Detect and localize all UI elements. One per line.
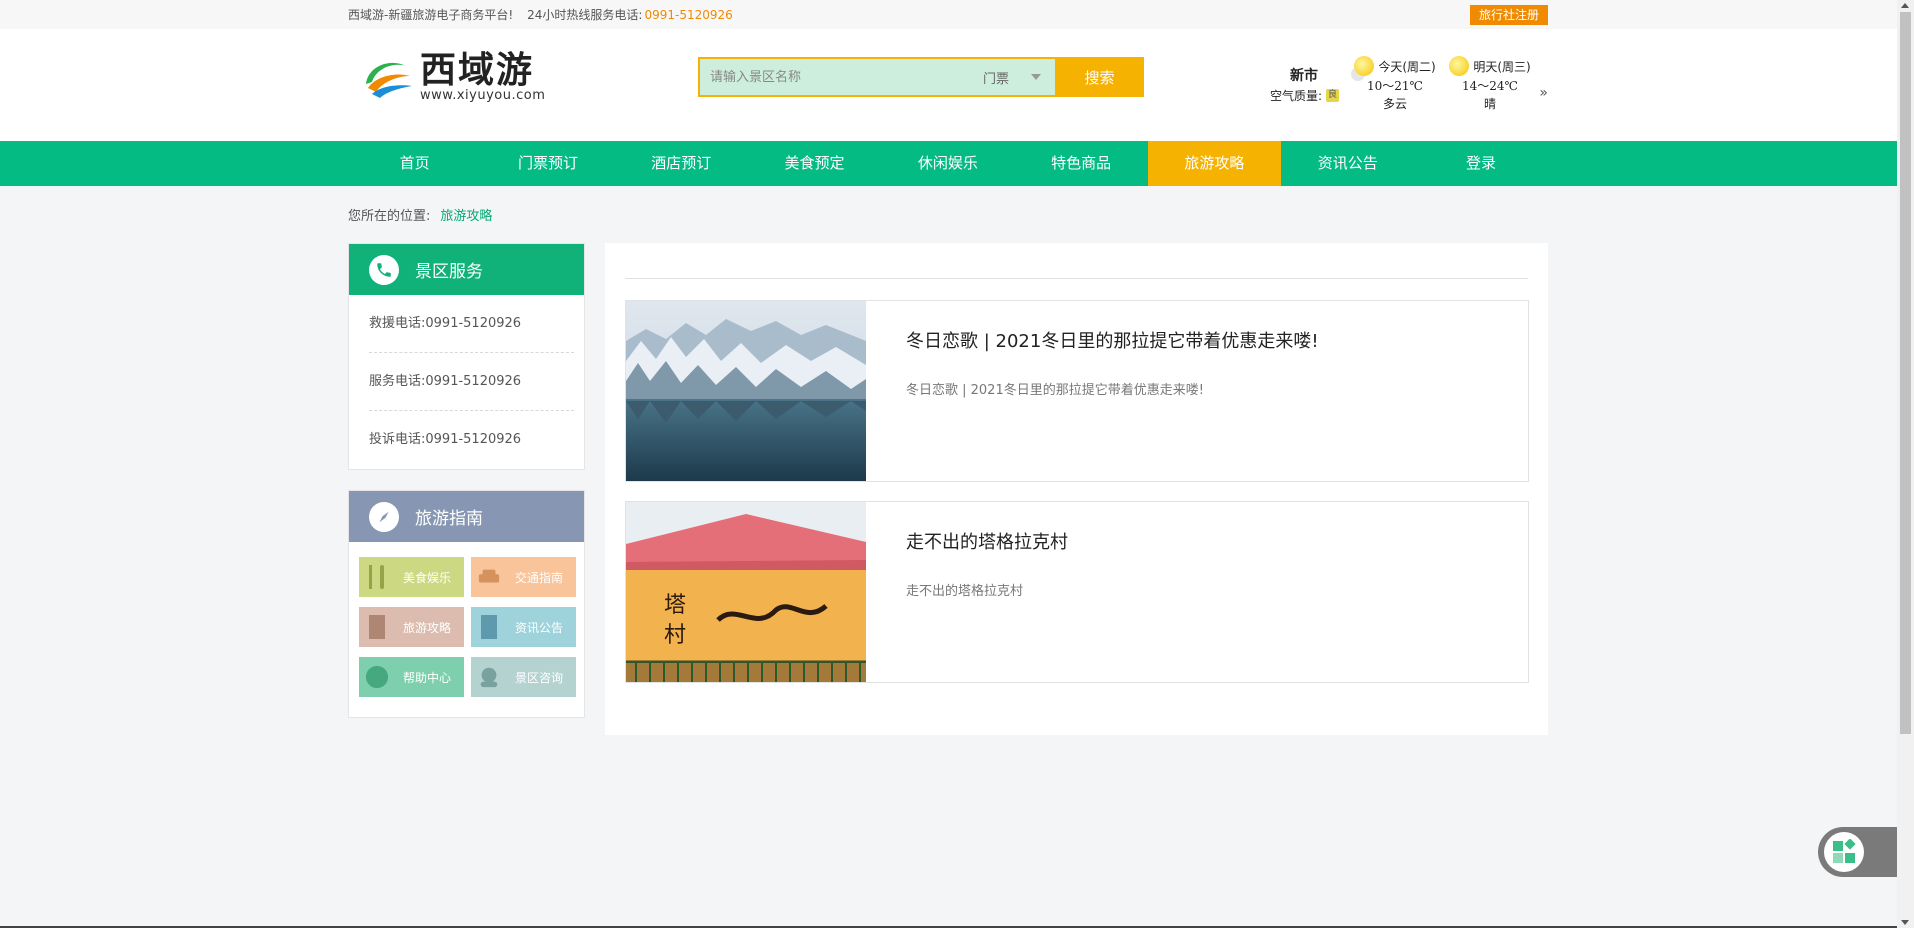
weather-widget: 新市 空气质量: 良 今天(周二) 10～21℃ 多云 明天(周三) 14～24… [1268,53,1548,123]
nav-item-specialty[interactable]: 特色商品 [1014,141,1147,186]
article-summary: 冬日恋歌 | 2021冬日里的那拉提它带着优惠走来喽! [906,383,1204,398]
hotline-number: 0991-5120926 [644,7,733,22]
chevron-down-icon [1031,74,1041,80]
guide-panel-title: 旅游指南 [415,509,483,529]
logo-domain: www.xiyuyou.com [420,88,546,103]
complaint-phone: 投诉电话:0991-5120926 [369,432,522,447]
service-panel-header: 景区服务 [349,244,584,295]
search-button[interactable]: 搜索 [1055,57,1144,97]
guide-news-button[interactable]: 资讯公告 [471,607,576,647]
page-scrollbar[interactable] [1897,0,1914,928]
main-nav: 首页 门票预订 酒店预订 美食预定 休闲娱乐 特色商品 旅游攻略 资讯公告 登录 [0,141,1914,186]
svg-text:塔: 塔 [664,593,686,618]
phone-icon [369,254,399,285]
logo-swirl-icon [366,62,412,98]
weather-today-condition: 多云 [1382,97,1407,111]
guide-news-label: 资讯公告 [515,620,564,635]
weather-today-label: 今天(周二) [1378,59,1436,74]
weather-tomorrow-temp: 14～24℃ [1462,79,1518,93]
guide-food-button[interactable]: 美食娱乐 [359,557,464,597]
weather-tomorrow: 明天(周三) 14～24℃ 晴 [1445,55,1535,113]
document-icon [477,613,501,641]
guide-strategy-label: 旅游攻略 [403,620,452,635]
breadcrumb-current[interactable]: 旅游攻略 [440,205,492,224]
floating-tools-button[interactable] [1818,827,1897,877]
article-list: 冬日恋歌 | 2021冬日里的那拉提它带着优惠走来喽! 冬日恋歌 | 2021冬… [605,243,1548,735]
notebook-icon [365,613,389,641]
guide-panel-header: 旅游指南 [349,491,584,542]
guide-transport-label: 交通指南 [515,570,564,585]
weather-tomorrow-label: 明天(周三) [1473,59,1531,74]
nav-item-leisure[interactable]: 休闲娱乐 [881,141,1014,186]
hotline-label: 24小时热线服务电话: [527,8,643,22]
air-quality-badge: 良 [1326,89,1340,102]
article-card[interactable]: 塔 村 走不出的塔格拉克村 走不出的塔格拉克村 [625,501,1529,683]
nav-item-news[interactable]: 资讯公告 [1281,141,1414,186]
nav-item-hotels[interactable]: 酒店预订 [615,141,748,186]
scrollbar-thumb[interactable] [1900,12,1911,734]
svg-text:村: 村 [664,623,686,648]
nav-item-tickets[interactable]: 门票预订 [481,141,614,186]
service-phone: 服务电话:0991-5120926 [369,353,574,411]
header: 西域游 www.xiyuyou.com 门票 搜索 新市 空气质量: 良 [0,29,1914,141]
nav-item-login[interactable]: 登录 [1414,141,1547,186]
scroll-up-icon[interactable] [1901,3,1909,8]
article-thumbnail-winter-lake[interactable] [626,301,866,481]
logo-name: 西域游 [420,49,535,91]
article-title[interactable]: 走不出的塔格拉克村 [906,528,1068,554]
weather-today-temp: 10～21℃ [1367,79,1423,93]
air-quality-label: 空气质量: [1270,89,1323,103]
article-thumbnail-village[interactable]: 塔 村 [626,502,866,682]
guide-food-label: 美食娱乐 [403,570,452,585]
search-input[interactable] [700,59,965,95]
car-icon [477,563,501,591]
guide-help-button[interactable]: 帮助中心 [359,657,464,697]
breadcrumb-label: 您所在的位置: [348,208,431,224]
article-title[interactable]: 冬日恋歌 | 2021冬日里的那拉提它带着优惠走来喽! [906,327,1319,353]
content-area: 您所在的位置: 旅游攻略 景区服务 救援电话:0991-5120926 服务电话… [348,186,1548,735]
breadcrumb: 您所在的位置: 旅游攻略 [348,186,1548,242]
guide-help-label: 帮助中心 [403,670,452,685]
search-category-select[interactable]: 门票 [965,68,1055,87]
fork-knife-icon [365,563,389,591]
weather-city: 新市 [1290,68,1318,84]
divider [625,278,1528,279]
guide-panel: 旅游指南 美食娱乐 交通指南 旅游攻略 资讯公告 帮助中心 景区咨询 [348,490,585,718]
weather-more-icon[interactable]: » [1539,85,1548,101]
nav-item-home[interactable]: 首页 [348,141,481,186]
nav-item-travel-guide[interactable]: 旅游攻略 [1147,141,1282,186]
headset-icon [477,663,501,691]
guide-transport-button[interactable]: 交通指南 [471,557,576,597]
nav-item-food[interactable]: 美食预定 [748,141,881,186]
service-panel: 景区服务 救援电话:0991-5120926 服务电话:0991-5120926… [348,243,585,470]
service-panel-title: 景区服务 [415,262,483,282]
site-slogan: 西域游-新疆旅游电子商务平台! [348,8,514,22]
article-summary: 走不出的塔格拉克村 [906,584,1024,599]
scroll-down-icon[interactable] [1901,920,1909,925]
question-icon [365,663,389,691]
air-quality: 空气质量: 良 [1270,87,1340,104]
search-bar: 门票 搜索 [698,57,1144,97]
weather-tomorrow-condition: 晴 [1483,97,1496,111]
sunny-icon [1449,56,1470,76]
partly-cloudy-icon [1354,56,1375,76]
weather-today: 今天(周二) 10～21℃ 多云 [1350,55,1440,113]
sidebar: 景区服务 救援电话:0991-5120926 服务电话:0991-5120926… [348,243,585,718]
compass-icon [369,501,399,532]
guide-consult-button[interactable]: 景区咨询 [471,657,576,697]
agency-register-button[interactable]: 旅行社注册 [1469,5,1548,25]
search-category-value: 门票 [983,71,1010,87]
guide-strategy-button[interactable]: 旅游攻略 [359,607,464,647]
rescue-phone: 救援电话:0991-5120926 [369,295,574,353]
article-card[interactable]: 冬日恋歌 | 2021冬日里的那拉提它带着优惠走来喽! 冬日恋歌 | 2021冬… [625,300,1529,482]
top-bar: 西域游-新疆旅游电子商务平台! 24小时热线服务电话: 0991-5120926… [0,0,1914,29]
guide-consult-label: 景区咨询 [515,670,564,685]
site-logo[interactable]: 西域游 www.xiyuyou.com [360,51,545,103]
apps-grid-icon [1833,839,1856,863]
